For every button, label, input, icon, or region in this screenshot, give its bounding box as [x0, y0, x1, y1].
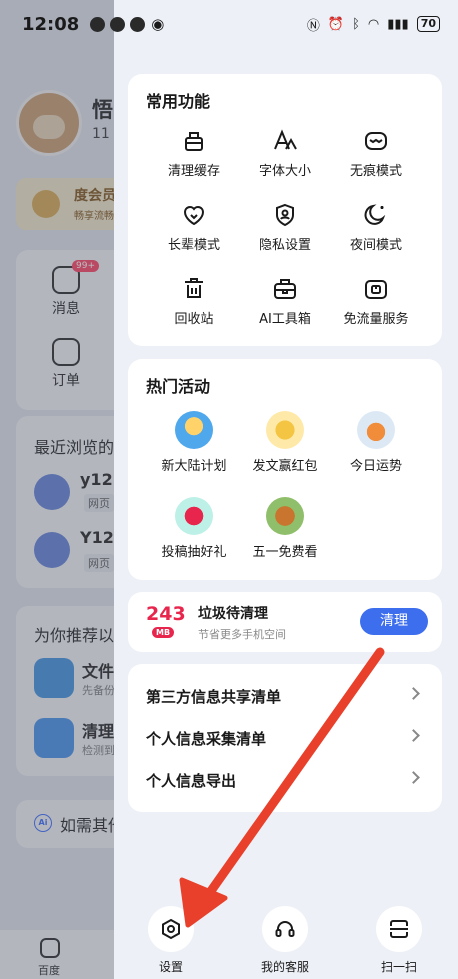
new-continent-image	[175, 411, 213, 449]
customer-service-button[interactable]: 我的客服	[245, 906, 325, 975]
chevron-right-icon	[407, 771, 420, 784]
incognito-mode-label: 无痕模式	[349, 164, 402, 179]
free-data-icon	[363, 276, 389, 302]
list-row-label: 第三方信息共享清单	[146, 688, 282, 706]
battery-indicator: 70	[416, 16, 440, 32]
scan-button[interactable]: 扫一扫	[359, 906, 439, 975]
recycle-bin-label: 回收站	[174, 312, 214, 327]
recycle-bin-button[interactable]: 回收站	[142, 276, 246, 327]
signal-icon: ▮▮▮	[387, 16, 409, 32]
notification-icon	[110, 16, 126, 32]
chevron-right-icon	[407, 729, 420, 742]
scan-icon	[376, 906, 422, 952]
status-time: 12:08	[22, 13, 80, 35]
elder-mode-button[interactable]: 长辈模式	[142, 202, 246, 253]
clear-cache-button[interactable]: 清理缓存	[142, 128, 246, 179]
personal-info-export-row[interactable]: 个人信息导出	[128, 760, 442, 802]
broom-icon	[181, 128, 207, 154]
activity-label: 新大陆计划	[161, 459, 227, 474]
eye-icon: ◉	[151, 15, 165, 33]
free-data-service-button[interactable]: 免流量服务	[324, 276, 428, 327]
activity-label: 发文赢红包	[252, 459, 318, 474]
font-size-button[interactable]: 字体大小	[233, 128, 337, 179]
heart-shield-icon	[181, 202, 207, 228]
third-party-share-list-row[interactable]: 第三方信息共享清单	[128, 676, 442, 718]
free-data-service-label: 免流量服务	[343, 312, 409, 327]
chevron-right-icon	[407, 687, 420, 700]
moon-icon	[363, 202, 389, 228]
privacy-settings-button[interactable]: 隐私设置	[233, 202, 337, 253]
notification-icon	[130, 16, 146, 32]
elder-mode-label: 长辈模式	[167, 238, 220, 253]
submit-prize-image	[175, 497, 213, 535]
hot-activities-title: 热门活动	[146, 377, 211, 396]
activity-label: 今日运势	[349, 459, 402, 474]
privacy-shield-icon	[272, 202, 298, 228]
junk-size-unit: MB	[152, 627, 175, 638]
info-list-panel: 第三方信息共享清单 个人信息采集清单 个人信息导出	[128, 664, 442, 812]
night-mode-button[interactable]: 夜间模式	[324, 202, 428, 253]
activity-new-continent[interactable]: 新大陆计划	[142, 411, 246, 474]
wifi-icon: ◠	[367, 16, 380, 32]
red-packet-image	[266, 411, 304, 449]
ai-toolbox-label: AI工具箱	[259, 312, 311, 327]
hot-activities-panel: 热门活动 新大陆计划 发文赢红包 今日运势 投稿抽好礼 五一免费看	[128, 359, 442, 580]
incognito-mode-button[interactable]: 无痕模式	[324, 128, 428, 179]
trash-icon	[181, 276, 207, 302]
settings-button[interactable]: 设置	[131, 906, 211, 975]
personal-info-collection-row[interactable]: 个人信息采集清单	[128, 718, 442, 760]
daily-fortune-image	[357, 411, 395, 449]
notification-icon	[90, 16, 106, 32]
customer-service-label: 我的客服	[260, 960, 309, 974]
nfc-icon: Ⓝ	[306, 18, 320, 34]
clean-button[interactable]: 清理	[360, 608, 428, 635]
bluetooth-icon: ᛒ	[352, 16, 360, 32]
headset-icon	[262, 906, 308, 952]
activity-submit-prize[interactable]: 投稿抽好礼	[142, 497, 246, 560]
activity-daily-fortune[interactable]: 今日运势	[324, 411, 428, 474]
mask-icon	[363, 128, 389, 154]
privacy-settings-label: 隐私设置	[258, 238, 311, 253]
toolbox-icon	[272, 276, 298, 302]
ai-toolbox-button[interactable]: AI工具箱	[233, 276, 337, 327]
status-icons: Ⓝ ⏰ ᛒ ◠ ▮▮▮ 70	[307, 15, 440, 34]
activity-post-red-packet[interactable]: 发文赢红包	[233, 411, 337, 474]
activity-label: 五一免费看	[252, 545, 318, 560]
font-size-icon	[272, 128, 298, 154]
night-mode-label: 夜间模式	[349, 238, 402, 253]
scan-label: 扫一扫	[380, 960, 417, 974]
common-functions-title: 常用功能	[146, 92, 211, 111]
may-day-free-image	[266, 497, 304, 535]
side-drawer: 常用功能 清理缓存 字体大小 无痕模式 长辈模式 隐私设置 夜间模式 回收站 A…	[114, 0, 458, 979]
list-row-label: 个人信息采集清单	[146, 730, 267, 748]
list-row-label: 个人信息导出	[146, 772, 237, 790]
settings-label: 设置	[158, 960, 183, 974]
status-bar: 12:08 ◉ Ⓝ ⏰ ᛒ ◠ ▮▮▮ 70	[0, 0, 458, 48]
junk-title: 垃圾待清理	[198, 606, 268, 622]
settings-icon	[148, 906, 194, 952]
junk-subtitle: 节省更多手机空间	[198, 628, 286, 641]
activity-label: 投稿抽好礼	[161, 545, 227, 560]
alarm-icon: ⏰	[327, 16, 345, 32]
font-size-label: 字体大小	[258, 164, 311, 179]
junk-clean-card: 243 MB 垃圾待清理 节省更多手机空间 清理	[128, 592, 442, 652]
common-functions-panel: 常用功能 清理缓存 字体大小 无痕模式 长辈模式 隐私设置 夜间模式 回收站 A…	[128, 74, 442, 346]
clear-cache-label: 清理缓存	[167, 164, 220, 179]
junk-size: 243	[146, 603, 186, 625]
activity-may-day-free[interactable]: 五一免费看	[233, 497, 337, 560]
